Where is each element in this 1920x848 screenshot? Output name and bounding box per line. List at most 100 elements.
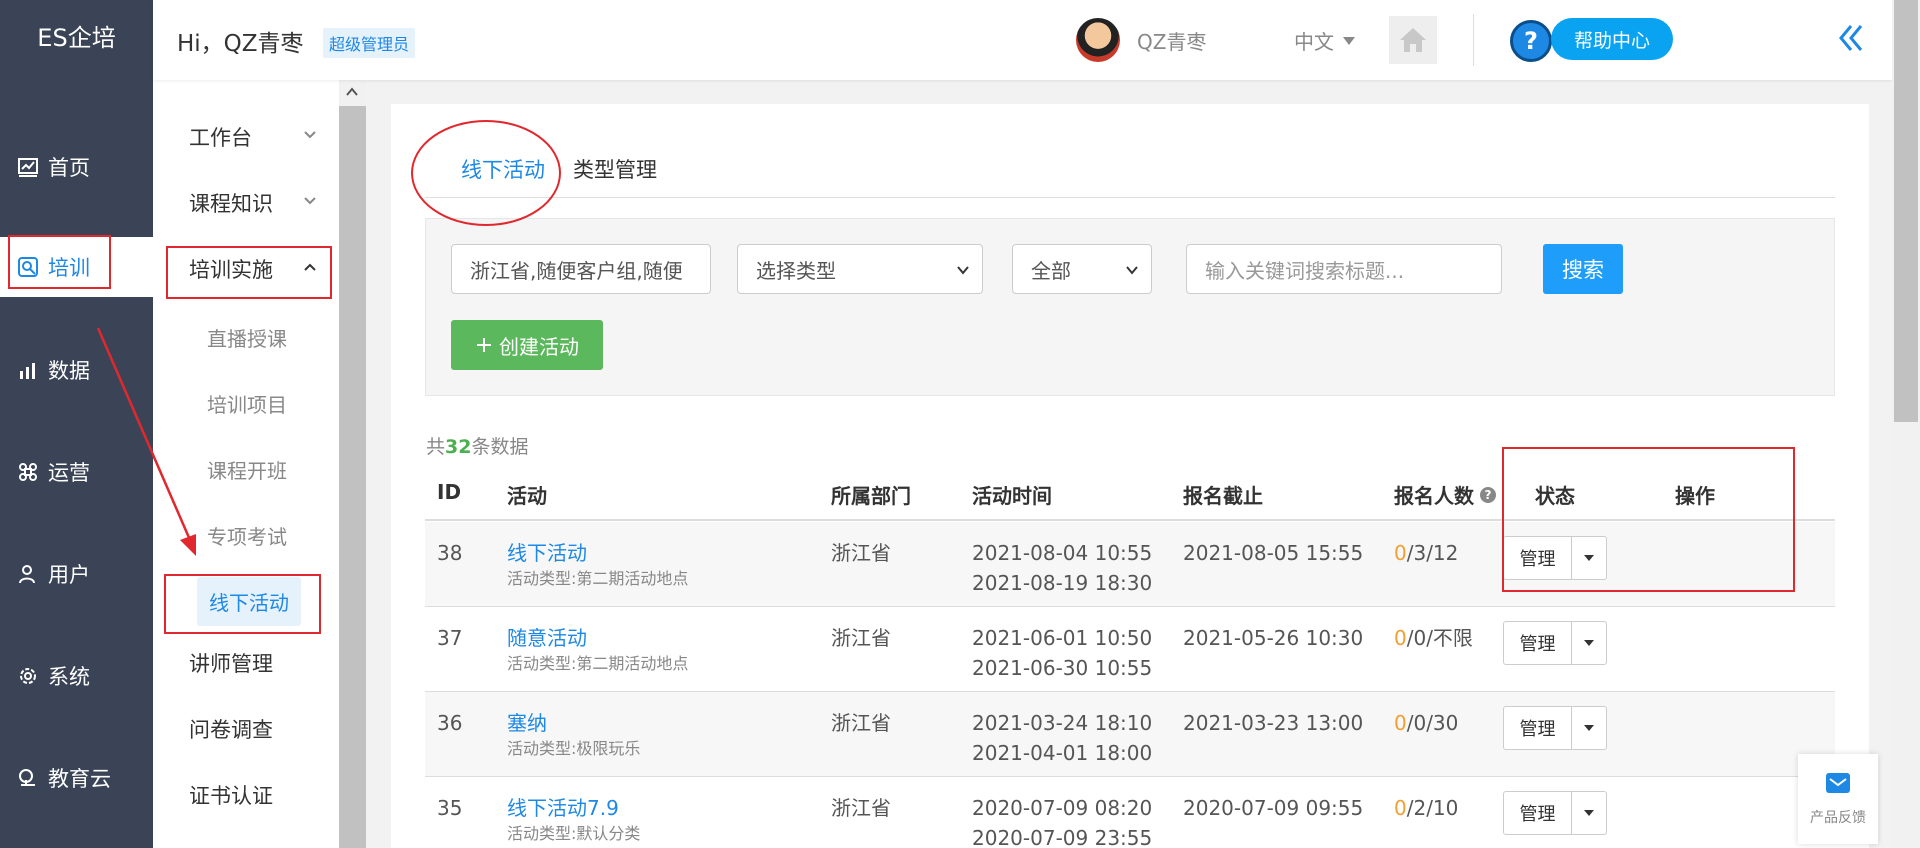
tab-type-management[interactable]: 类型管理 — [573, 154, 657, 184]
col-id: ID — [437, 480, 461, 504]
cell-signup-count: 0/3/12 — [1394, 538, 1458, 568]
scroll-up-icon[interactable] — [345, 86, 359, 98]
feedback-widget[interactable]: 产品反馈 — [1798, 754, 1878, 844]
col-deadline: 报名截止 — [1183, 480, 1263, 509]
submenu-lecturer[interactable]: 讲师管理 — [153, 634, 339, 692]
submenu-training-project[interactable]: 培训项目 — [153, 374, 339, 432]
collapse-double-chevron-icon[interactable] — [1835, 22, 1867, 54]
cell-id: 38 — [437, 538, 462, 568]
activity-link[interactable]: 线下活动7.9 — [507, 793, 640, 823]
avatar[interactable] — [1076, 18, 1120, 62]
cell-signup-count: 0/0/不限 — [1394, 623, 1473, 653]
brand-logo: ES企培 — [37, 24, 116, 52]
cell-deadline-text: 2021-05-26 10:30 — [1183, 626, 1364, 650]
search-button[interactable]: 搜索 — [1543, 244, 1623, 294]
annotation-box-offline-activity — [164, 574, 321, 634]
col-activity-label: 活动 — [507, 484, 547, 508]
activity-type: 活动类型:第二期活动地点 — [507, 569, 689, 588]
submenu-workbench[interactable]: 工作台 — [153, 108, 339, 166]
language-select[interactable]: 中文 — [1294, 26, 1356, 55]
cell-activity-time: 2020-07-09 08:20 2020-07-09 23:55 — [972, 793, 1152, 848]
type-select[interactable]: 选择类型 — [737, 244, 983, 294]
activity-start-time: 2021-08-04 10:55 — [972, 541, 1153, 565]
signed-count: 0 — [1394, 796, 1407, 820]
cell-activity: 塞纳 活动类型:极限玩乐 — [507, 708, 640, 760]
submenu-live-class-label: 直播授课 — [207, 326, 287, 351]
top-header: Hi，QZ青枣 超级管理员 QZ青枣 中文 ? 帮助中心 — [153, 0, 1892, 80]
status-select[interactable]: 全部 — [1012, 244, 1152, 294]
col-signup-count: 报名人数? — [1394, 480, 1496, 509]
manage-dropdown-toggle[interactable] — [1572, 622, 1606, 664]
table-row: 36 塞纳 活动类型:极限玩乐 浙江省 2021-03-24 18:10 202… — [425, 692, 1835, 777]
bar-chart-icon — [16, 358, 40, 382]
cell-id-text: 35 — [437, 796, 463, 820]
keyword-search-input[interactable]: 输入关键词搜索标题... — [1186, 244, 1502, 294]
cell-id: 35 — [437, 793, 462, 823]
col-signup-count-label: 报名人数 — [1394, 484, 1474, 508]
manage-button[interactable]: 管理 — [1504, 792, 1572, 834]
signed-count: 0 — [1394, 711, 1407, 735]
username[interactable]: QZ青枣 — [1137, 26, 1206, 55]
department-input[interactable]: 浙江省,随便客户组,随便 — [451, 244, 711, 294]
activity-type: 活动类型:第二期活动地点 — [507, 654, 689, 673]
activity-start-time: 2020-07-09 08:20 — [972, 796, 1153, 820]
submenu-special-exam[interactable]: 专项考试 — [153, 506, 339, 564]
activity-link[interactable]: 随意活动 — [507, 623, 688, 653]
caret-down-icon — [1343, 36, 1355, 45]
question-icon[interactable]: ? — [1480, 486, 1496, 503]
cell-id-text: 37 — [437, 626, 463, 650]
total-prefix: 共 — [426, 436, 446, 458]
nav-data[interactable]: 数据 — [0, 340, 153, 400]
page-scrollbar[interactable] — [1892, 0, 1920, 848]
activity-end-time: 2021-08-19 18:30 — [972, 571, 1153, 595]
chart-line-icon — [16, 155, 40, 179]
submenu-survey[interactable]: 问卷调查 — [153, 700, 339, 758]
manage-dropdown-toggle[interactable] — [1572, 707, 1606, 749]
cell-department: 浙江省 — [831, 623, 891, 653]
nav-operation[interactable]: 运营 — [0, 442, 153, 502]
annotation-box-status-operation — [1502, 447, 1795, 592]
cell-deadline-text: 2021-08-05 15:55 — [1183, 541, 1364, 565]
cell-deadline-text: 2020-07-09 09:55 — [1183, 796, 1364, 820]
submenu-certificate-label: 证书认证 — [189, 784, 273, 808]
cell-deadline: 2020-07-09 09:55 — [1183, 793, 1363, 823]
nav-system[interactable]: 系统 — [0, 646, 153, 706]
home-button[interactable] — [1389, 16, 1437, 64]
activity-link[interactable]: 塞纳 — [507, 708, 640, 738]
submenu-course-knowledge[interactable]: 课程知识 — [153, 174, 339, 232]
command-icon — [16, 460, 40, 484]
cell-deadline: 2021-03-23 13:00 — [1183, 708, 1363, 738]
manage-dropdown-toggle[interactable] — [1572, 792, 1606, 834]
submenu-special-exam-label: 专项考试 — [207, 524, 287, 549]
col-activity: 活动 — [507, 480, 547, 509]
submenu-workbench-label: 工作台 — [189, 126, 252, 150]
create-activity-button[interactable]: 创建活动 — [451, 320, 603, 370]
cloud-icon — [16, 766, 40, 790]
page-scroll-thumb[interactable] — [1894, 0, 1918, 422]
nav-home[interactable]: 首页 — [0, 137, 153, 197]
nav-user[interactable]: 用户 — [0, 544, 153, 604]
cell-id-text: 36 — [437, 711, 463, 735]
cell-department-text: 浙江省 — [831, 626, 891, 650]
submenu-course-class[interactable]: 课程开班 — [153, 440, 339, 498]
manage-button[interactable]: 管理 — [1504, 622, 1572, 664]
activity-link[interactable]: 线下活动 — [507, 538, 688, 568]
cell-deadline: 2021-08-05 15:55 — [1183, 538, 1363, 568]
signed-count: 0 — [1394, 541, 1407, 565]
col-id-label: ID — [437, 480, 462, 504]
submenu-certificate[interactable]: 证书认证 — [153, 766, 339, 824]
help-center-button[interactable]: 帮助中心 — [1551, 18, 1673, 60]
submenu-scrollbar[interactable] — [339, 80, 366, 848]
submenu-live-class[interactable]: 直播授课 — [153, 308, 339, 366]
help-question-icon[interactable]: ? — [1510, 20, 1552, 62]
manage-button[interactable]: 管理 — [1504, 707, 1572, 749]
total-suffix: 条数据 — [471, 436, 529, 458]
nav-edu-cloud-label: 教育云 — [48, 767, 111, 791]
activity-end-time: 2021-04-01 18:00 — [972, 741, 1153, 765]
signup-rest: /0/不限 — [1406, 626, 1473, 650]
submenu-scroll-thumb[interactable] — [339, 106, 366, 848]
cell-department-text: 浙江省 — [831, 711, 891, 735]
cell-department: 浙江省 — [831, 708, 891, 738]
nav-edu-cloud[interactable]: 教育云 — [0, 748, 153, 808]
annotation-box-training-impl — [166, 246, 332, 299]
